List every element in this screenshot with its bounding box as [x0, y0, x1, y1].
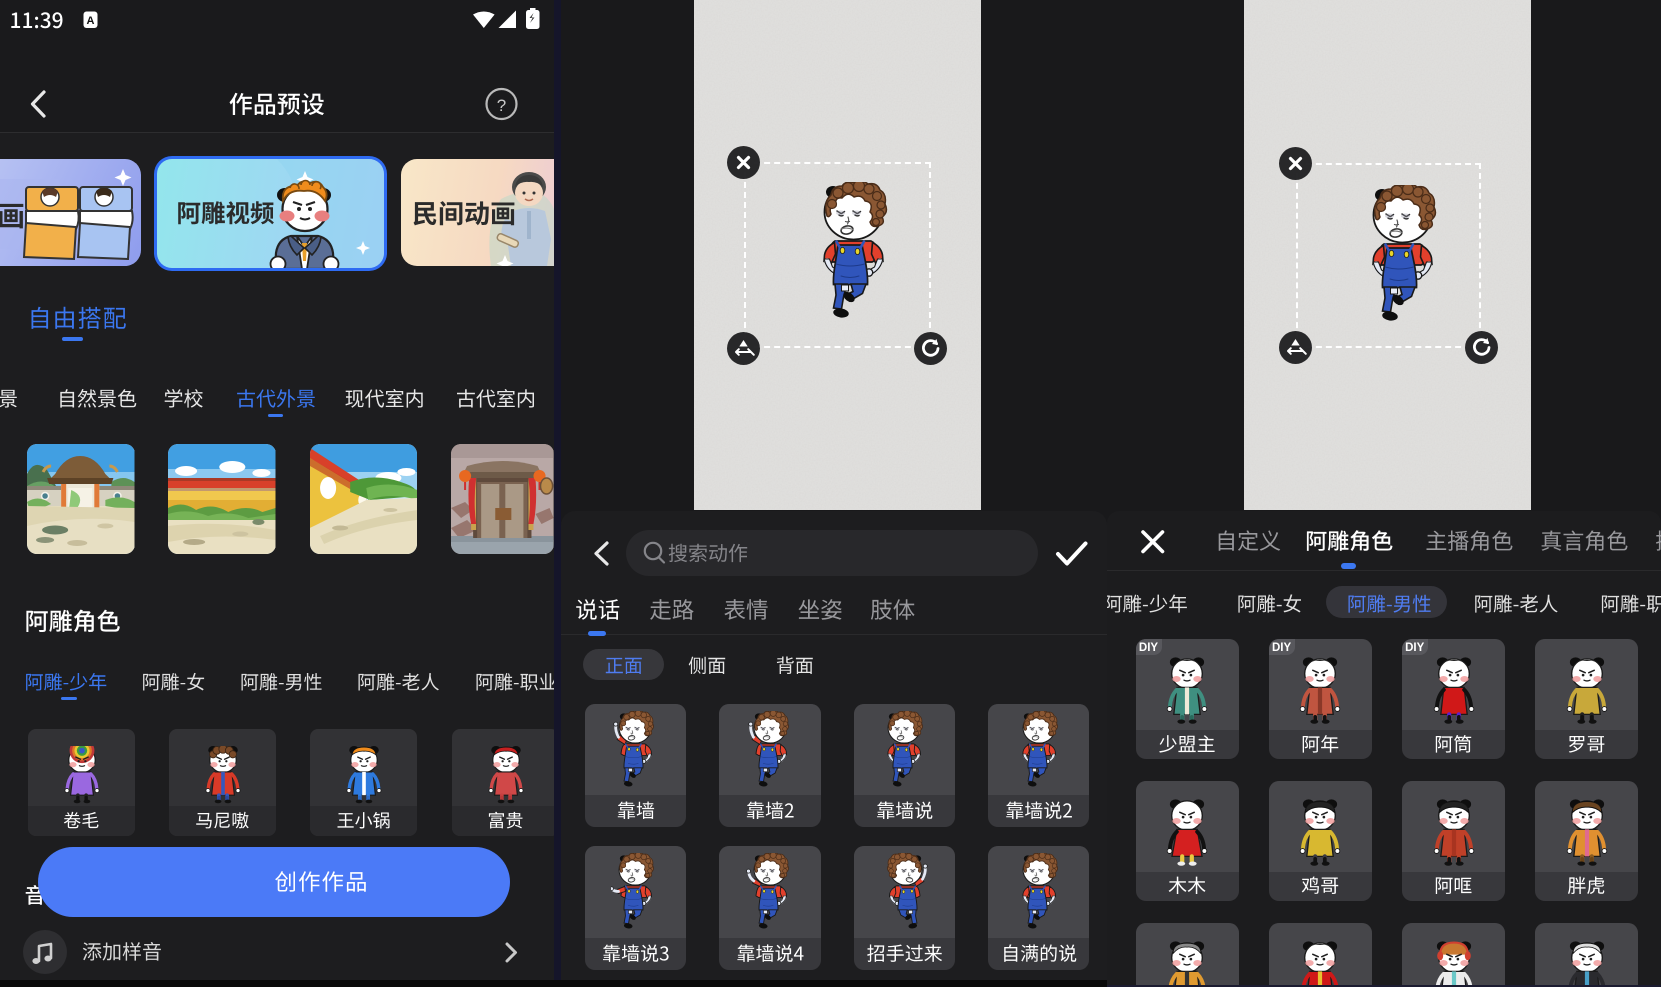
svg-text:A: A: [87, 15, 95, 27]
svg-text:?: ?: [497, 96, 506, 115]
